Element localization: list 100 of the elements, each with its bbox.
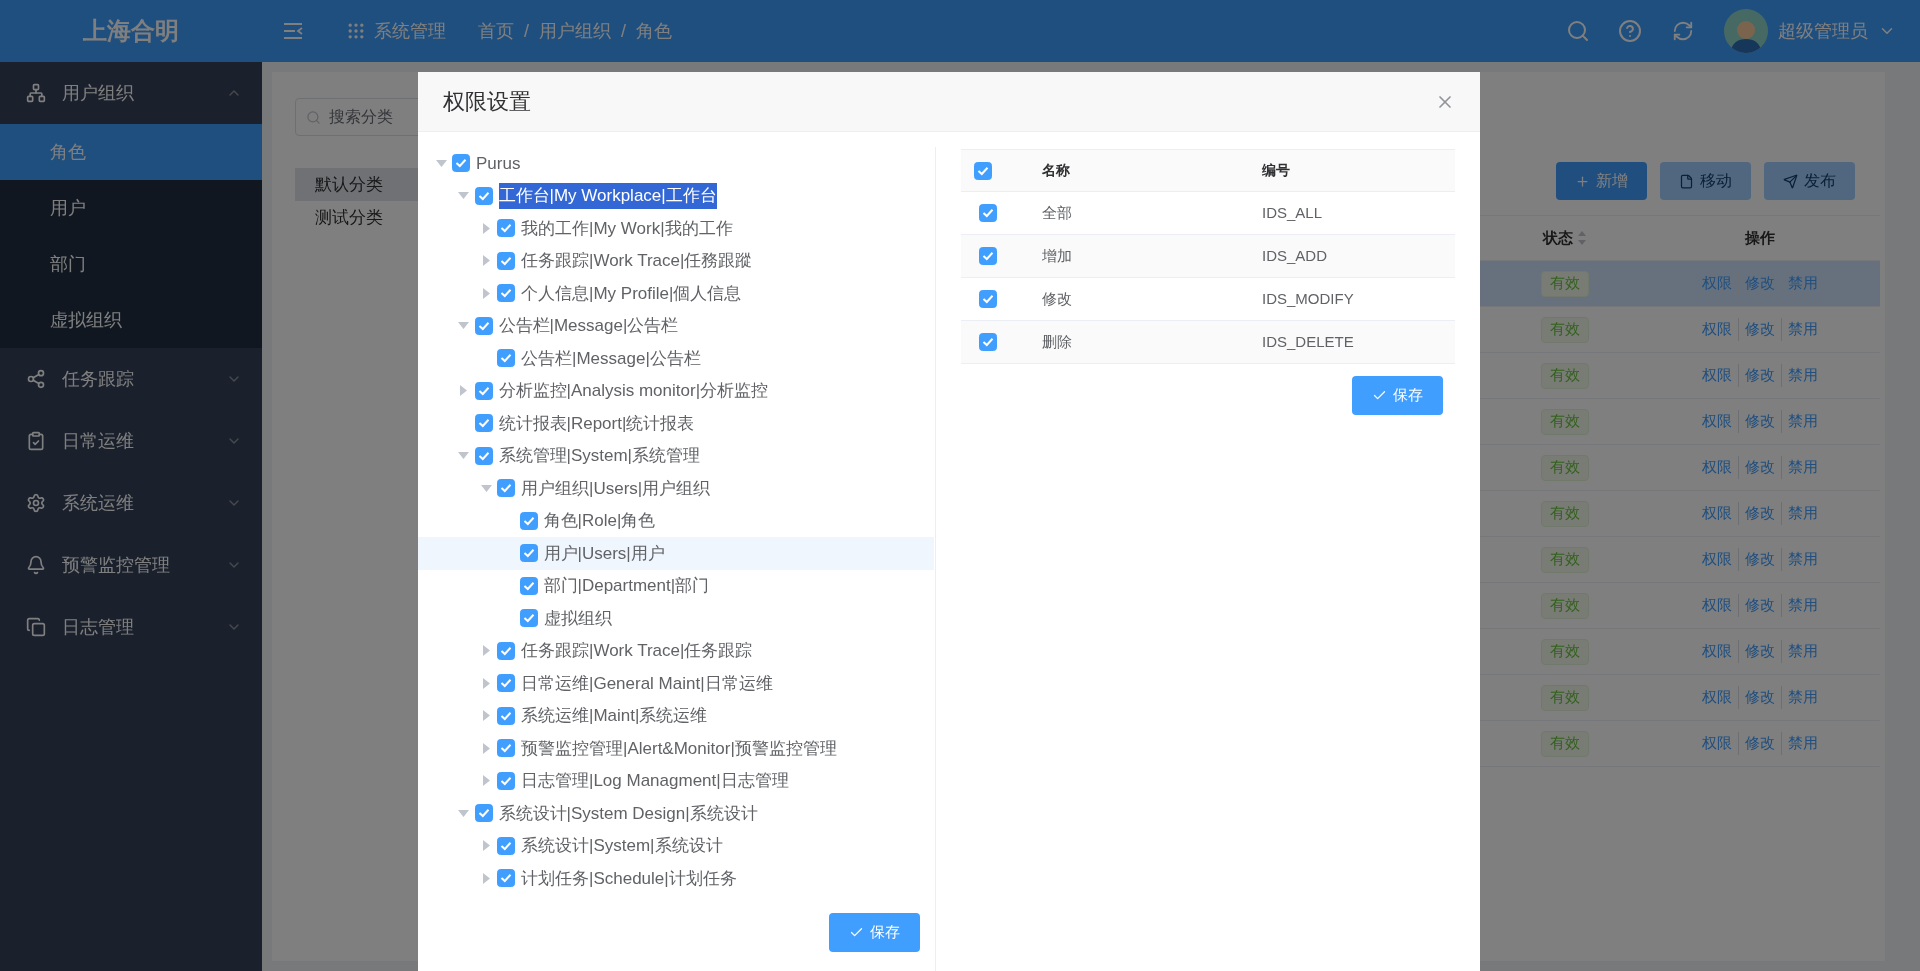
checkbox[interactable] [474, 186, 493, 205]
tree-label[interactable]: 计划任务|Schedule|计划任务 [521, 865, 737, 891]
checkbox[interactable] [979, 204, 997, 222]
tree-row[interactable]: 任务跟踪|Work Trace|任務跟蹤 [418, 244, 934, 277]
caret-right-icon[interactable] [482, 742, 490, 754]
tree-row[interactable]: 用户|Users|用户 [418, 537, 934, 570]
tree-row[interactable]: 日志管理|Log Managment|日志管理 [418, 764, 934, 797]
tree-label[interactable]: 我的工作|My Work|我的工作 [521, 215, 733, 241]
tree-label[interactable]: 日志管理|Log Managment|日志管理 [521, 768, 789, 794]
sidebar-group[interactable]: 用户组织 [0, 62, 262, 124]
tree-label[interactable]: Purus [476, 150, 521, 176]
checkbox[interactable] [519, 609, 538, 628]
caret-right-icon[interactable] [460, 385, 467, 397]
action-link[interactable]: 禁用 [1781, 456, 1824, 479]
search-icon[interactable] [1566, 19, 1590, 43]
sidebar-group[interactable]: 日常运维 [0, 410, 262, 472]
tree-label[interactable]: 虚拟组织 [543, 605, 612, 631]
checkbox[interactable] [474, 804, 493, 823]
sidebar-group[interactable]: 任务跟踪 [0, 348, 262, 410]
caret-right-icon[interactable] [482, 645, 490, 657]
action-link[interactable]: 权限 [1696, 594, 1738, 617]
tree-row[interactable]: 角色|Role|角色 [418, 504, 934, 537]
save-button[interactable]: 保存 [829, 912, 920, 952]
tree-label[interactable]: 日常运维|General Maint|日常运维 [521, 670, 773, 696]
action-link[interactable]: 权限 [1696, 732, 1738, 755]
checkbox[interactable] [497, 869, 515, 888]
checkbox[interactable] [497, 251, 515, 270]
caret-right-icon[interactable] [482, 872, 490, 884]
action-link[interactable]: 禁用 [1781, 686, 1824, 709]
tree-row[interactable]: 计划任务|Schedule|计划任务 [418, 862, 934, 895]
tree-row[interactable]: 系统管理|System|系统管理 [418, 439, 934, 472]
action-link[interactable]: 权限 [1696, 364, 1738, 387]
checkbox[interactable] [474, 446, 493, 465]
action-link[interactable]: 权限 [1696, 640, 1738, 663]
action-link[interactable]: 权限 [1696, 456, 1738, 479]
action-link[interactable]: 禁用 [1781, 548, 1824, 571]
checkbox[interactable] [474, 381, 493, 400]
toolbar-button[interactable]: 新增 [1556, 162, 1647, 200]
breadcrumb-link[interactable]: 角色 [636, 17, 673, 45]
tree-label[interactable]: 分析监控|Analysis monitor|分析监控 [498, 378, 769, 404]
breadcrumb-link[interactable]: 用户组织 [539, 17, 611, 45]
tree-label[interactable]: 系统设计|System|系统设计 [521, 833, 723, 859]
tree-label[interactable]: 任务跟踪|Work Trace|任务跟踪 [521, 638, 753, 664]
tree-row[interactable]: 预警监控管理|Alert&Monitor|预警监控管理 [418, 732, 934, 765]
action-link[interactable]: 修改 [1738, 686, 1781, 709]
column-header[interactable]: 状态 [1543, 226, 1573, 250]
checkbox[interactable] [452, 154, 470, 173]
caret-right-icon[interactable] [482, 677, 490, 689]
checkbox[interactable] [497, 674, 515, 693]
checkbox[interactable] [979, 247, 997, 265]
tree-label[interactable]: 系统管理|System|系统管理 [498, 443, 700, 469]
avatar[interactable] [1724, 9, 1768, 53]
tree-label[interactable]: 系统设计|System Design|系统设计 [498, 800, 758, 826]
tree-row[interactable]: 日常运维|General Maint|日常运维 [418, 667, 934, 700]
action-link[interactable]: 修改 [1738, 410, 1781, 433]
sidebar-item[interactable]: 虚拟组织 [0, 292, 262, 348]
breadcrumb-link[interactable]: 首页 [478, 17, 514, 45]
save-button[interactable]: 保存 [1352, 376, 1443, 415]
action-link[interactable]: 禁用 [1781, 410, 1824, 433]
tree-row[interactable]: 分析监控|Analysis monitor|分析监控 [418, 374, 934, 407]
tree-label[interactable]: 用户组织|Users|用户组织 [521, 475, 711, 501]
tree-row[interactable]: 系统设计|System|系统设计 [418, 829, 934, 862]
checkbox[interactable] [497, 219, 515, 238]
action-link[interactable]: 修改 [1738, 640, 1781, 663]
caret-down-icon[interactable] [480, 484, 492, 492]
action-link[interactable]: 修改 [1738, 364, 1781, 387]
tree-label[interactable]: 统计报表|Report|统计报表 [498, 410, 695, 436]
tree-label[interactable]: 用户|Users|用户 [543, 540, 665, 566]
help-icon[interactable] [1618, 19, 1642, 43]
checkbox[interactable] [497, 739, 515, 758]
tree-row[interactable]: 系统运维|Maint|系统运维 [418, 699, 934, 732]
action-link[interactable]: 禁用 [1781, 502, 1824, 525]
tree-label[interactable]: 任务跟踪|Work Trace|任務跟蹤 [521, 248, 753, 274]
checkbox[interactable] [497, 836, 515, 855]
checkbox[interactable] [497, 706, 515, 725]
tree-row[interactable]: 系统设计|System Design|系统设计 [418, 797, 934, 830]
tree-label[interactable]: 系统运维|Maint|系统运维 [521, 703, 708, 729]
action-link[interactable]: 权限 [1696, 686, 1738, 709]
sidebar-item[interactable]: 部门 [0, 236, 262, 292]
tree-label[interactable]: 角色|Role|角色 [543, 508, 656, 534]
tree-row[interactable]: 个人信息|My Profile|個人信息 [418, 277, 934, 310]
caret-right-icon[interactable] [482, 287, 490, 299]
caret-right-icon[interactable] [482, 255, 490, 267]
checkbox[interactable] [497, 479, 515, 498]
sidebar-item[interactable]: 角色 [0, 124, 262, 180]
checkbox[interactable] [474, 316, 493, 335]
action-link[interactable]: 修改 [1738, 732, 1781, 755]
action-link[interactable]: 修改 [1738, 502, 1781, 525]
checkbox[interactable] [497, 349, 515, 368]
caret-right-icon[interactable] [482, 840, 490, 852]
action-link[interactable]: 修改 [1738, 456, 1781, 479]
tree-row[interactable]: 用户组织|Users|用户组织 [418, 472, 934, 505]
action-link[interactable]: 禁用 [1781, 732, 1824, 755]
action-link[interactable]: 权限 [1696, 502, 1738, 525]
sidebar-group[interactable]: 日志管理 [0, 596, 262, 658]
action-link[interactable]: 禁用 [1781, 318, 1824, 341]
sidebar-group[interactable]: 预警监控管理 [0, 534, 262, 596]
action-link[interactable]: 禁用 [1781, 640, 1824, 663]
action-link[interactable]: 禁用 [1781, 594, 1824, 617]
sidebar-group[interactable]: 系统运维 [0, 472, 262, 534]
